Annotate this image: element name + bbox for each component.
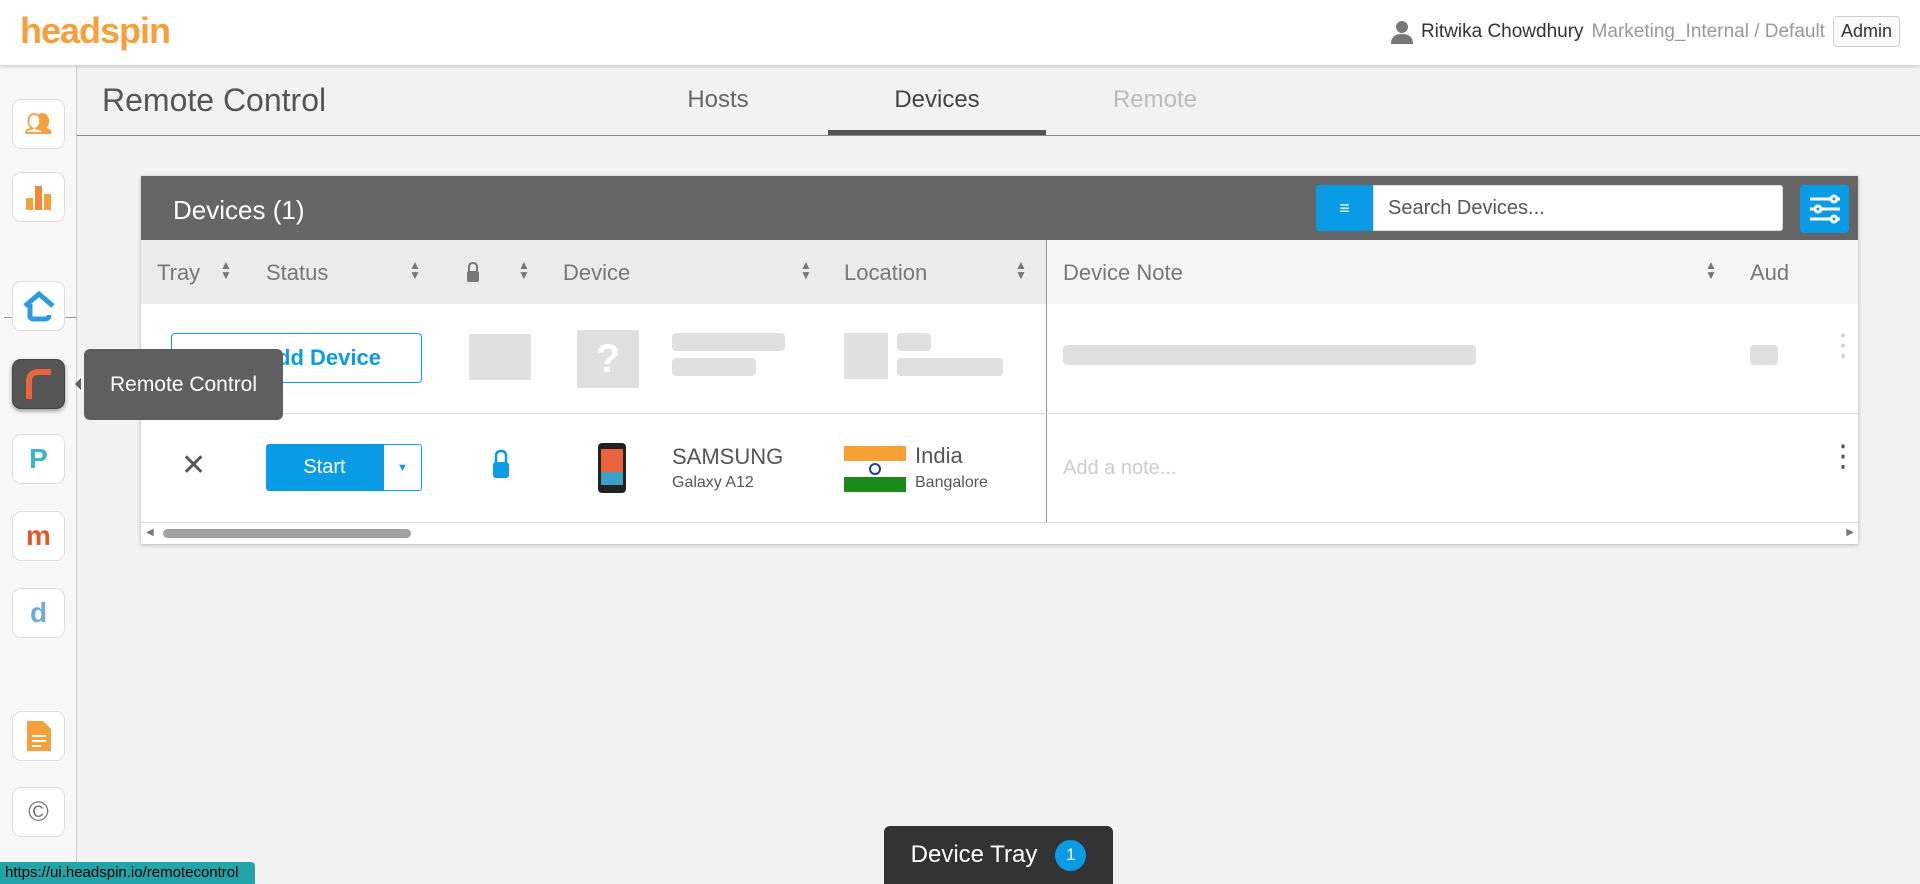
country: India xyxy=(915,443,963,468)
kebab-menu-icon[interactable]: ⋮ xyxy=(1828,331,1858,361)
scroll-right-icon[interactable]: ▶ xyxy=(1846,527,1854,538)
headspin-logo[interactable]: headspin xyxy=(20,10,171,52)
status-bar-url: https://ui.headspin.io/remotecontrol xyxy=(0,862,255,884)
lock-icon[interactable] xyxy=(492,449,510,479)
city: Bangalore xyxy=(915,474,988,491)
tab-remote[interactable]: Remote xyxy=(1113,86,1197,114)
user-name[interactable]: Ritwika Chowdhury xyxy=(1421,21,1584,43)
row-divider xyxy=(141,413,1858,414)
devices-panel: Devices (1) ≡ Tray ▲▼ Status ▲▼ ▲▼ Devic… xyxy=(141,176,1858,544)
column-device[interactable]: Device xyxy=(563,260,630,286)
sidebar-item-docs[interactable] xyxy=(12,711,65,761)
tab-hosts[interactable]: Hosts xyxy=(687,86,748,114)
p-app-icon: P xyxy=(29,443,48,474)
home-icon xyxy=(22,290,55,322)
scrollbar-thumb[interactable] xyxy=(163,529,411,538)
top-bar: headspin Ritwika Chowdhury Marketing_Int… xyxy=(0,0,1920,65)
scroll-left-icon[interactable]: ◀ xyxy=(146,527,154,538)
sort-icon[interactable]: ▲ ▼ xyxy=(220,259,232,281)
copyright-icon: © xyxy=(28,796,49,827)
admin-button[interactable]: Admin xyxy=(1832,16,1900,47)
sort-icon[interactable]: ▲ ▼ xyxy=(518,259,530,281)
skeleton xyxy=(844,333,888,379)
page-title: Remote Control xyxy=(102,82,327,118)
sidebar-item-home[interactable] xyxy=(12,281,65,331)
start-dropdown-button[interactable]: ▼ xyxy=(383,444,422,491)
user-icon xyxy=(1390,20,1413,44)
device-model: Galaxy A12 xyxy=(672,474,754,491)
sort-icon[interactable]: ▲ ▼ xyxy=(1705,259,1717,281)
device-note-input[interactable]: Add a note... xyxy=(1063,457,1176,480)
start-button[interactable]: Start xyxy=(266,444,383,491)
user-info: Ritwika Chowdhury Marketing_Internal / D… xyxy=(1390,16,1900,47)
india-flag-icon xyxy=(844,446,906,492)
horizontal-scrollbar[interactable]: ◀ ▶ xyxy=(141,523,1858,544)
caret-down-icon: ▼ xyxy=(397,461,408,474)
column-location[interactable]: Location xyxy=(844,260,927,286)
analytics-icon xyxy=(25,186,51,210)
sliders-icon xyxy=(1810,194,1840,224)
device-tray-count-badge: 1 xyxy=(1055,839,1087,871)
sidebar-item-analytics[interactable] xyxy=(12,172,65,222)
lock-column-icon xyxy=(467,262,479,282)
sidebar: 👥︎ P m d © xyxy=(0,65,77,884)
skeleton xyxy=(1750,345,1778,365)
panel-title: Devices (1) xyxy=(173,195,305,225)
team-icon: 👥︎ xyxy=(24,111,53,136)
column-aud[interactable]: Aud xyxy=(1750,260,1789,286)
column-device-note[interactable]: Device Note xyxy=(1063,260,1183,286)
column-divider xyxy=(1046,240,1047,523)
skeleton xyxy=(897,333,931,351)
sidebar-item-m[interactable]: m xyxy=(12,511,65,561)
sort-icon[interactable]: ▲ ▼ xyxy=(1015,259,1027,281)
column-tray[interactable]: Tray xyxy=(157,260,200,286)
remote-control-icon xyxy=(25,369,51,399)
skeleton xyxy=(672,333,785,351)
sidebar-item-d[interactable]: d xyxy=(12,588,65,638)
skeleton xyxy=(897,358,1003,376)
tab-devices[interactable]: Devices xyxy=(894,86,979,114)
filter-button[interactable]: ≡ xyxy=(1316,185,1373,231)
skeleton xyxy=(1063,345,1476,365)
skeleton xyxy=(469,334,531,380)
document-icon xyxy=(26,721,51,751)
sidebar-tooltip: Remote Control xyxy=(75,349,283,420)
kebab-menu-icon[interactable]: ⋮ xyxy=(1828,442,1858,472)
org-name[interactable]: Marketing_Internal / Default xyxy=(1592,21,1825,43)
remove-from-tray-icon[interactable]: ✕ xyxy=(181,448,206,483)
sidebar-item-copyright[interactable]: © xyxy=(12,787,65,837)
d-app-icon: d xyxy=(29,597,48,628)
sidebar-item-team[interactable]: 👥︎ xyxy=(12,99,65,149)
column-settings-button[interactable] xyxy=(1800,185,1849,233)
header-divider xyxy=(77,135,1920,136)
sort-icon[interactable]: ▲ ▼ xyxy=(409,259,421,281)
skeleton xyxy=(672,358,756,376)
panel-header: Devices (1) ≡ xyxy=(141,176,1858,240)
unknown-device-icon: ? xyxy=(577,330,639,388)
phone-icon xyxy=(598,443,626,493)
device-tray-label: Device Tray xyxy=(910,841,1038,868)
m-app-icon: m xyxy=(26,520,51,551)
sidebar-item-p[interactable]: P xyxy=(12,434,65,484)
sidebar-item-remote-control[interactable] xyxy=(12,359,65,409)
device-tray-button[interactable]: Device Tray 1 xyxy=(884,826,1113,884)
sort-icon[interactable]: ▲ ▼ xyxy=(800,259,812,281)
filter-icon: ≡ xyxy=(1339,197,1350,218)
search-input[interactable] xyxy=(1373,185,1783,231)
column-status[interactable]: Status xyxy=(266,260,328,286)
device-brand: SAMSUNG xyxy=(672,444,784,469)
